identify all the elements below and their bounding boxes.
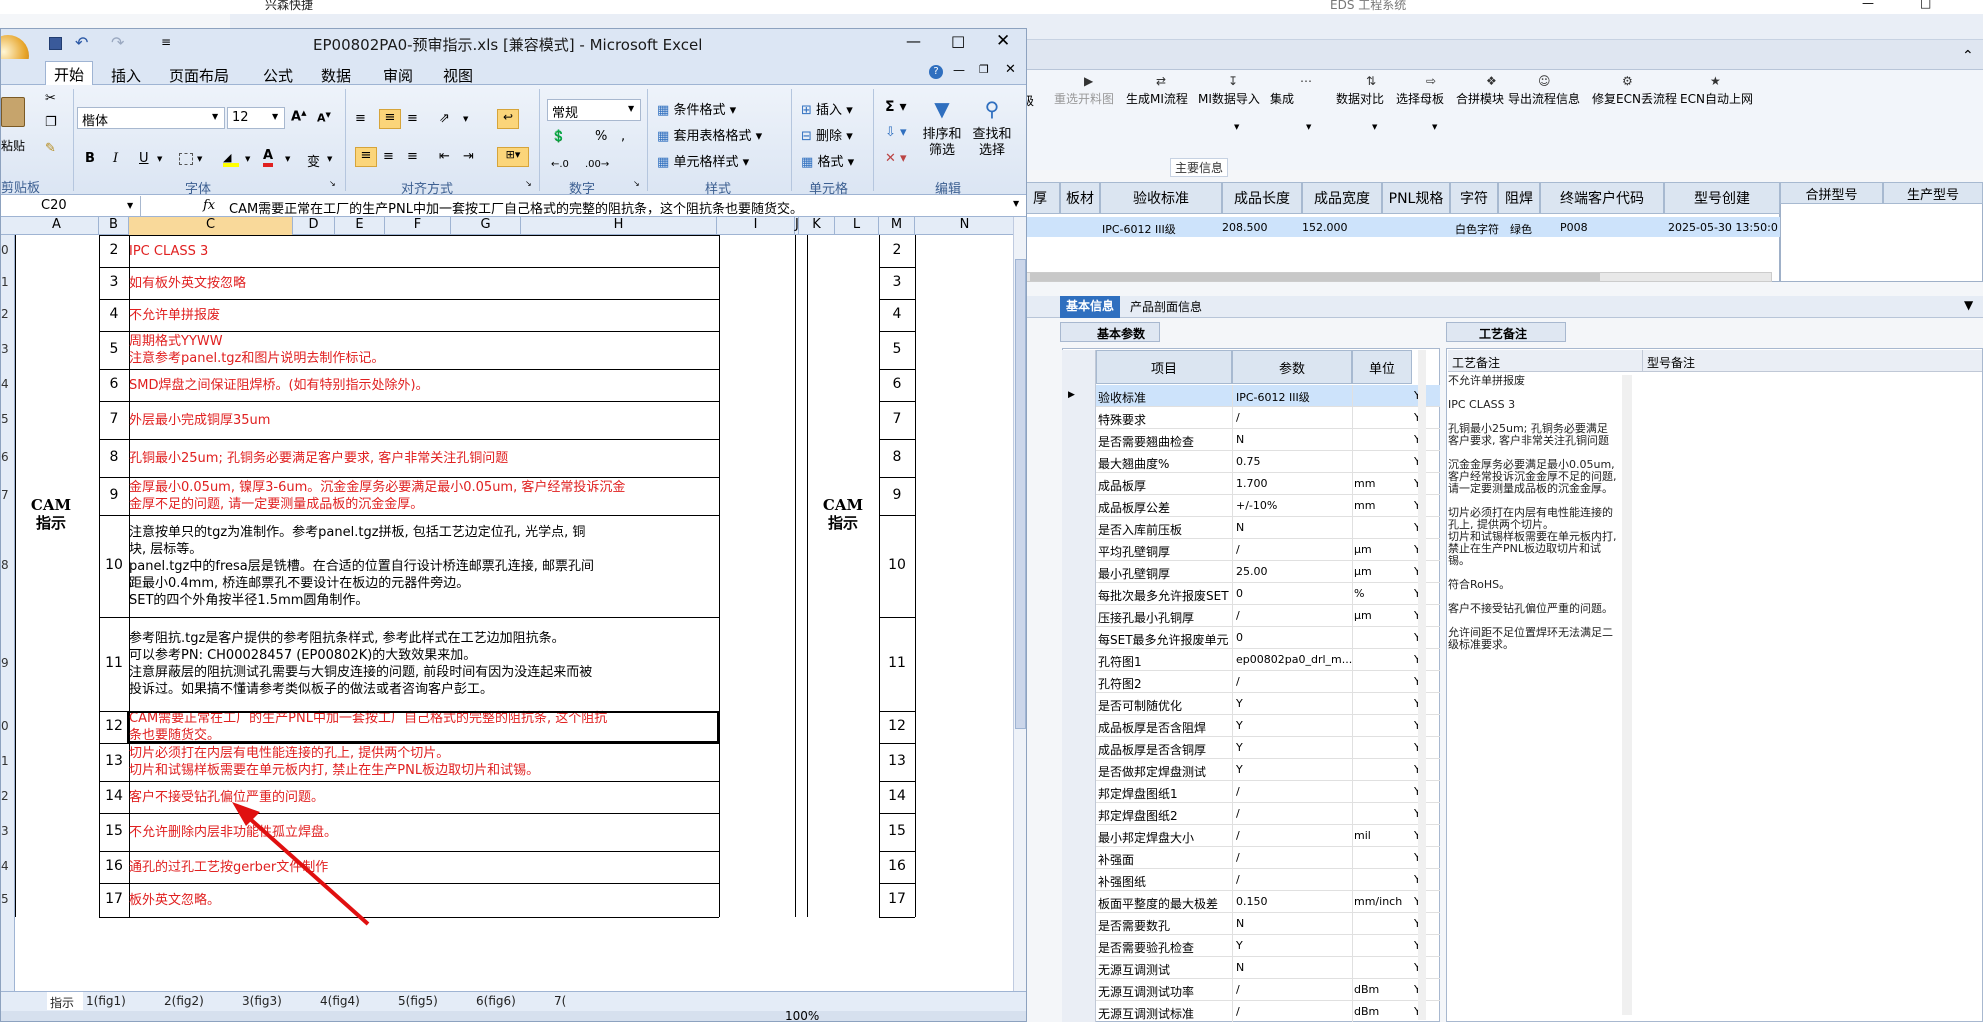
annotation-arrow	[232, 802, 370, 926]
